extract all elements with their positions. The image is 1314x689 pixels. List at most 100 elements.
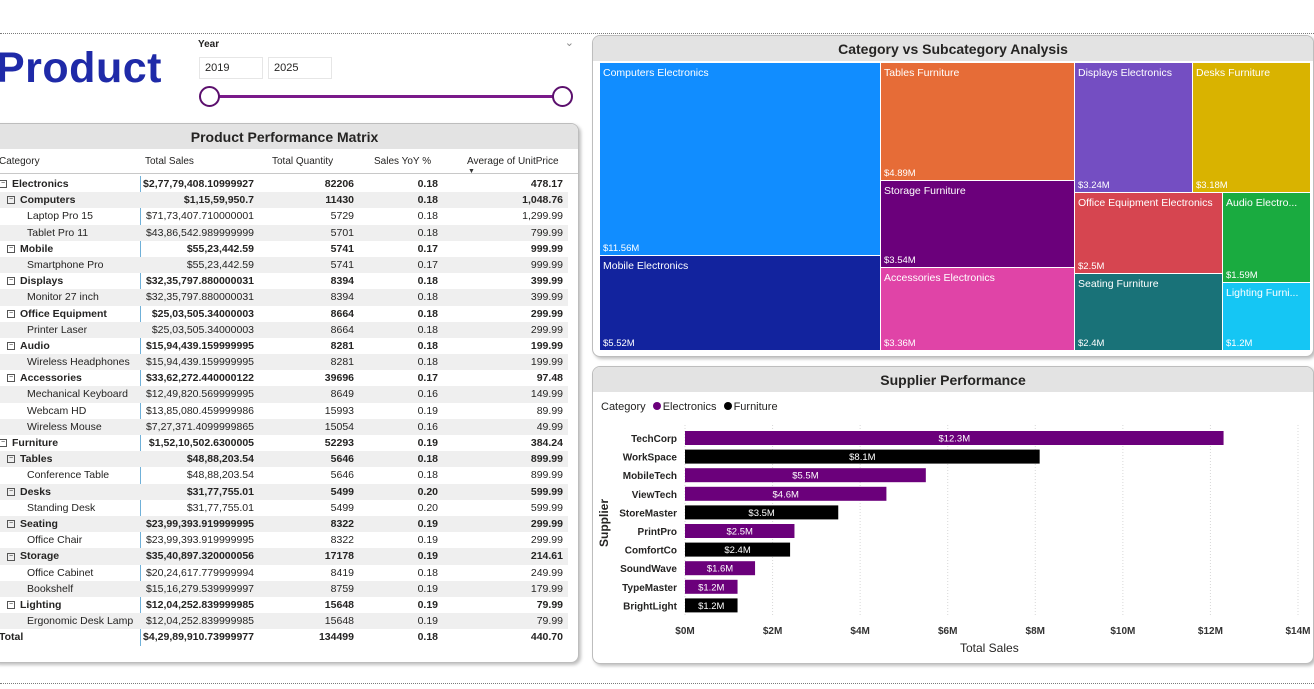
sales-yoy-cell: 0.18 (417, 323, 438, 336)
collapse-toggle-icon[interactable]: − (7, 487, 15, 496)
avg-unitprice-cell: 384.24 (530, 437, 563, 449)
subcategory-row[interactable]: − Audio $15,94,439.159999995 8281 0.18 199.99 (0, 338, 568, 354)
sales-yoy-cell: 0.18 (417, 566, 438, 579)
subcategory-row[interactable]: − Displays $32,35,797.880000031 8394 0.18 399… (0, 273, 568, 289)
treemap-tile[interactable]: Office Equipment Electronics $2.5M (1075, 193, 1222, 273)
subcategory-row[interactable]: − Mobile $55,23,442.59 5741 0.17 999.99 (0, 241, 568, 257)
collapse-toggle-icon[interactable]: − (0, 439, 7, 448)
product-row[interactable]: Monitor 27 inch $32,35,797.880000031 8394 0… (0, 289, 568, 306)
product-row[interactable]: Office Chair $23,99,393.919999995 8322 0.19… (0, 532, 568, 548)
product-row[interactable]: Tablet Pro 11 $43,86,542.989999999 5701 0.1… (0, 224, 568, 241)
y-tick-label: ViewTech (632, 490, 677, 501)
subcategory-row[interactable]: − Seating $23,99,393.919999995 8322 0.19 299.… (0, 515, 568, 533)
product-row[interactable]: Bookshelf $15,16,279.539999997 8759 0.19 179… (0, 580, 568, 597)
treemap-tile[interactable]: Seating Furniture $2.4M (1075, 274, 1222, 350)
data-label: $3.5M (748, 508, 774, 519)
treemap-tile[interactable]: Lighting Furni... $1.2M (1223, 283, 1310, 350)
row-name: Monitor 27 inch (27, 291, 99, 304)
slicer-label: Year (198, 39, 220, 50)
collapse-toggle-icon[interactable]: − (7, 374, 15, 383)
row-name: Wireless Mouse (27, 420, 102, 433)
tile-label: Audio Electro... (1226, 197, 1298, 209)
product-performance-matrix[interactable]: Product Performance Matrix Category Tota… (0, 123, 579, 663)
treemap-tile[interactable]: Mobile Electronics $5.52M (600, 256, 880, 350)
collapse-toggle-icon[interactable]: − (7, 277, 15, 286)
page-title: Product (0, 44, 162, 92)
treemap-tile[interactable]: Displays Electronics $3.24M (1075, 63, 1192, 192)
slicer-end-input[interactable]: 2025 (268, 57, 332, 79)
total-quantity-cell: 8281 (330, 356, 354, 369)
row-label: Mechanical Keyboard (27, 386, 128, 402)
category-treemap[interactable]: Category vs Subcategory Analysis Compute… (592, 35, 1314, 357)
collapse-toggle-icon[interactable]: − (7, 244, 15, 253)
treemap-tile[interactable]: Accessories Electronics $3.36M (881, 268, 1074, 350)
x-tick-label: $10M (1110, 626, 1135, 637)
product-row[interactable]: Webcam HD $13,85,080.459999986 15993 0.19 89… (0, 403, 568, 419)
slicer-end-handle[interactable] (552, 86, 573, 107)
slicer-start-input[interactable]: 2019 (199, 57, 263, 79)
tile-label: Mobile Electronics (603, 260, 689, 272)
collapse-toggle-icon[interactable]: − (7, 520, 15, 529)
subcategory-row[interactable]: − Office Equipment $25,03,505.34000003 8664… (0, 306, 568, 322)
treemap-title: Category vs Subcategory Analysis (593, 36, 1313, 61)
product-row[interactable]: Laptop Pro 15 $71,73,407.710000001 5729 0.1… (0, 208, 568, 224)
collapse-toggle-icon[interactable]: − (7, 601, 15, 610)
treemap-tile[interactable]: Tables Furniture $4.89M (881, 63, 1074, 180)
treemap-tile[interactable]: Storage Furniture $3.54M (881, 181, 1074, 267)
row-label: Tablet Pro 11 (27, 225, 88, 241)
treemap-tile[interactable]: Computers Electronics $11.56M (600, 63, 880, 255)
product-row[interactable]: Conference Table $48,88,203.54 5646 0.18 899… (0, 467, 568, 483)
collapse-toggle-icon[interactable]: − (7, 309, 15, 318)
total-quantity-cell: 15648 (324, 598, 354, 611)
column-header-category[interactable]: Category (0, 156, 40, 167)
treemap-tile[interactable]: Desks Furniture $3.18M (1193, 63, 1310, 192)
column-header-total-sales[interactable]: Total Sales (145, 156, 194, 167)
column-header-total-quantity[interactable]: Total Quantity (272, 156, 333, 167)
slicer-start-handle[interactable] (199, 86, 220, 107)
total-quantity-cell: 15993 (324, 404, 354, 417)
subcategory-row[interactable]: − Lighting $12,04,252.839999985 15648 0.19 79… (0, 597, 568, 613)
data-label: $1.6M (707, 564, 733, 575)
avg-unitprice-cell: 399.99 (530, 275, 563, 288)
subcategory-row[interactable]: − Desks $31,77,755.01 5499 0.20 599.99 (0, 483, 568, 500)
product-row[interactable]: Wireless Mouse $7,27,371.4099999865 15054 0… (0, 418, 568, 435)
collapse-toggle-icon[interactable]: − (0, 180, 7, 189)
total-quantity-cell: 5499 (330, 501, 354, 514)
collapse-toggle-icon[interactable]: − (7, 552, 15, 561)
total-quantity-cell: 8649 (330, 388, 354, 401)
category-row[interactable]: − Electronics $2,77,79,408.10999927 82206 0.… (0, 176, 568, 192)
supplier-performance-chart[interactable]: Supplier Performance Category Electronic… (592, 366, 1314, 664)
column-header-avg-unitprice[interactable]: Average of UnitPrice (467, 156, 559, 167)
x-tick-label: $4M (850, 626, 869, 637)
row-name: Mobile (20, 242, 54, 255)
y-tick-label: PrintPro (638, 527, 677, 538)
total-sales-cell: $7,27,371.4099999865 (145, 420, 254, 433)
chevron-down-icon[interactable]: ⌄ (565, 36, 574, 49)
column-header-sales-yoy[interactable]: Sales YoY % (374, 156, 431, 167)
year-slicer[interactable]: Year ⌄ 2019 2025 (198, 36, 574, 110)
subcategory-row[interactable]: − Accessories $33,62,272.440000122 39696 0.1… (0, 370, 568, 386)
sales-yoy-cell: 0.17 (417, 372, 438, 385)
row-label: − Furniture (0, 435, 58, 451)
category-row[interactable]: − Furniture $1,52,10,502.6300005 52293 0.19 3… (0, 435, 568, 451)
subcategory-row[interactable]: − Computers $1,15,59,950.7 11430 0.18 1,048.7… (0, 192, 568, 209)
product-row[interactable]: Ergonomic Desk Lamp $12,04,252.839999985 1… (0, 613, 568, 630)
category-row[interactable]: Total $4,29,89,910.73999977 134499 0.18 440.… (0, 629, 568, 645)
avg-unitprice-cell: 599.99 (530, 485, 563, 498)
data-label: $5.5M (792, 471, 818, 482)
collapse-toggle-icon[interactable]: − (7, 455, 15, 464)
subcategory-row[interactable]: − Storage $35,40,897.320000056 17178 0.19 214… (0, 548, 568, 565)
treemap-tile[interactable]: Audio Electro... $1.59M (1223, 193, 1310, 282)
product-row[interactable]: Printer Laser $25,03,505.34000003 8664 0.18… (0, 321, 568, 338)
row-name: Standing Desk (27, 501, 96, 514)
collapse-toggle-icon[interactable]: − (7, 342, 15, 351)
product-row[interactable]: Mechanical Keyboard $12,49,820.569999995 8… (0, 386, 568, 403)
product-row[interactable]: Smartphone Pro $55,23,442.59 5741 0.17 999.9… (0, 256, 568, 274)
subcategory-row[interactable]: − Tables $48,88,203.54 5646 0.18 899.99 (0, 451, 568, 468)
row-label: − Displays (7, 273, 63, 289)
product-row[interactable]: Standing Desk $31,77,755.01 5499 0.20 599.99 (0, 500, 568, 516)
collapse-toggle-icon[interactable]: − (7, 196, 15, 205)
slicer-track[interactable] (209, 95, 563, 98)
product-row[interactable]: Office Cabinet $20,24,617.779999994 8419 0.… (0, 565, 568, 581)
product-row[interactable]: Wireless Headphones $15,94,439.159999995 8… (0, 354, 568, 371)
